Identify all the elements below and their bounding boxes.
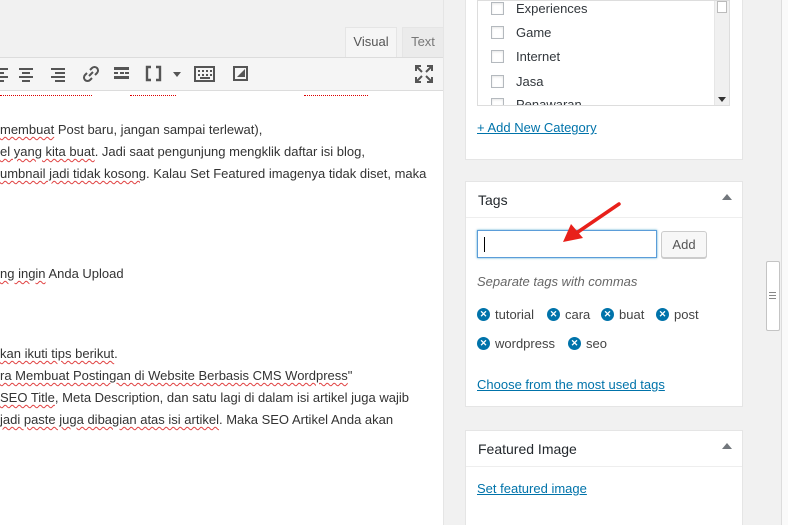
category-item[interactable]: Game bbox=[491, 22, 551, 42]
page-scroll-thumb[interactable] bbox=[766, 261, 780, 331]
remove-tag-icon[interactable]: ✕ bbox=[601, 308, 614, 321]
featured-image-header[interactable]: Featured Image bbox=[466, 431, 742, 467]
category-item[interactable]: Internet bbox=[491, 46, 560, 66]
spellcheck-mark bbox=[304, 92, 368, 96]
red-arrow-annotation bbox=[563, 202, 621, 242]
fullscreen-icon[interactable] bbox=[414, 64, 436, 84]
remove-tag-icon[interactable]: ✕ bbox=[568, 337, 581, 350]
category-scrollbar[interactable] bbox=[714, 1, 729, 105]
category-item[interactable]: Penawaran bbox=[491, 94, 582, 105]
tag-item: ✕ cara bbox=[547, 307, 590, 322]
post-editor: Visual Text membuat Post baru, jangan sa… bbox=[0, 0, 444, 525]
spellcheck-mark bbox=[130, 92, 176, 96]
tab-text[interactable]: Text bbox=[402, 27, 443, 57]
remove-tag-icon[interactable]: ✕ bbox=[477, 308, 490, 321]
tags-title: Tags bbox=[478, 192, 508, 208]
dropdown-caret-icon[interactable] bbox=[171, 64, 193, 84]
category-checkbox[interactable] bbox=[491, 74, 504, 88]
align-center-icon[interactable] bbox=[18, 64, 40, 84]
category-item[interactable]: Experiences bbox=[491, 1, 588, 18]
align-left-icon[interactable] bbox=[0, 64, 16, 84]
category-item[interactable]: Jasa bbox=[491, 71, 543, 91]
editor-toolbar bbox=[0, 57, 443, 91]
collapse-arrow-icon[interactable] bbox=[722, 443, 732, 449]
featured-image-title: Featured Image bbox=[478, 441, 577, 457]
spellcheck-mark bbox=[0, 92, 92, 96]
featured-image-box: Featured Image bbox=[465, 430, 743, 525]
text-caret bbox=[484, 237, 485, 252]
category-checkbox[interactable] bbox=[491, 97, 504, 105]
window-edge bbox=[781, 0, 788, 525]
read-more-icon[interactable] bbox=[113, 64, 135, 84]
content-line: umbnail jadi tidak kosong. Kalau Set Fea… bbox=[0, 166, 427, 181]
choose-most-used-tags-link[interactable]: Choose from the most used tags bbox=[477, 377, 665, 392]
category-checkbox[interactable] bbox=[491, 49, 504, 63]
tag-item: ✕ buat bbox=[601, 307, 644, 322]
scroll-grip bbox=[769, 292, 776, 293]
scroll-grip bbox=[769, 295, 776, 296]
remove-tag-icon[interactable]: ✕ bbox=[547, 308, 560, 321]
scroll-down-icon[interactable] bbox=[718, 97, 726, 102]
set-featured-image-link[interactable]: Set featured image bbox=[477, 481, 587, 496]
content-line: el yang kita buat. Jadi saat pengunjung … bbox=[0, 144, 365, 159]
remove-tag-icon[interactable]: ✕ bbox=[656, 308, 669, 321]
content-line: ng ingin Anda Upload bbox=[0, 266, 124, 281]
editor-content[interactable]: membuat Post baru, jangan sampai terlewa… bbox=[0, 92, 443, 525]
content-line: SEO Title, Meta Description, dan satu la… bbox=[0, 390, 409, 405]
editor-tabs-bar: Visual Text bbox=[0, 0, 443, 57]
category-checkbox[interactable] bbox=[491, 1, 504, 15]
tags-hint: Separate tags with commas bbox=[477, 274, 638, 289]
content-line: ra Membuat Postingan di Website Berbasis… bbox=[0, 368, 353, 383]
content-line: membuat Post baru, jangan sampai terlewa… bbox=[0, 122, 263, 137]
tag-item: ✕ seo bbox=[568, 336, 607, 351]
tag-item: ✕ tutorial bbox=[477, 307, 534, 322]
align-right-icon[interactable] bbox=[50, 64, 72, 84]
link-icon[interactable] bbox=[81, 64, 103, 84]
remove-tag-icon[interactable]: ✕ bbox=[477, 337, 490, 350]
tab-visual[interactable]: Visual bbox=[345, 27, 397, 57]
shortcode-icon[interactable] bbox=[145, 64, 167, 84]
category-checkbox[interactable] bbox=[491, 25, 504, 39]
add-tag-button[interactable]: Add bbox=[661, 231, 707, 258]
category-scroll-thumb[interactable] bbox=[717, 1, 727, 13]
toolbar-toggle-icon[interactable] bbox=[194, 64, 216, 84]
content-line: jadi paste juga dibagian atas isi artike… bbox=[0, 412, 394, 427]
tag-item: ✕ wordpress bbox=[477, 336, 555, 351]
content-line: kan ikuti tips berikut. bbox=[0, 346, 118, 361]
scroll-grip bbox=[769, 298, 776, 299]
collapse-arrow-icon[interactable] bbox=[722, 194, 732, 200]
category-checklist: Experiences Game Internet Jasa Penawaran bbox=[477, 0, 730, 106]
image-edit-icon[interactable] bbox=[232, 64, 254, 84]
tag-item: ✕ post bbox=[656, 307, 699, 322]
add-new-category-link[interactable]: + Add New Category bbox=[477, 120, 597, 135]
